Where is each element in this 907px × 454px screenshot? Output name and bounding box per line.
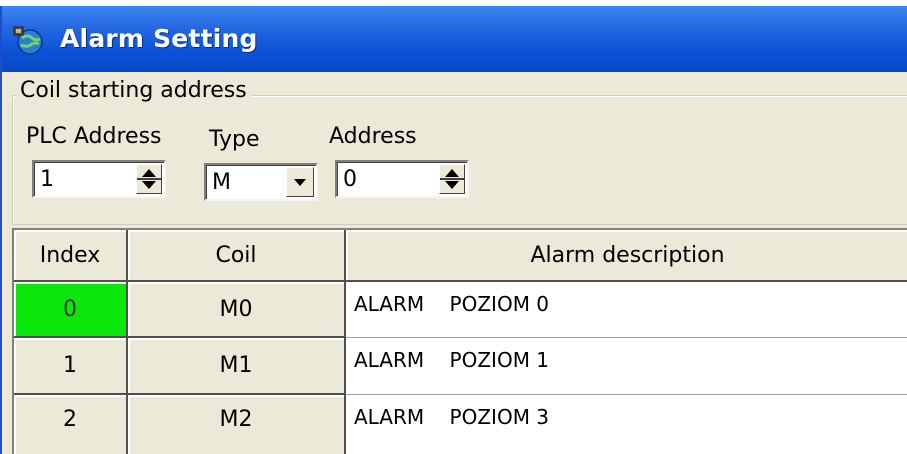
- spin-up-icon[interactable]: [445, 169, 459, 177]
- chevron-down-icon: [294, 179, 306, 186]
- app-globe-icon: [13, 26, 43, 55]
- address-spinbox[interactable]: 0: [335, 160, 469, 198]
- row-index-cell[interactable]: 1: [14, 338, 128, 395]
- alarm-description-cell[interactable]: ALARM POZIOM 0: [346, 282, 907, 338]
- coil-cell[interactable]: M0: [128, 282, 346, 338]
- plc-address-spin-buttons[interactable]: [136, 164, 162, 194]
- plc-address-label: PLC Address: [26, 124, 162, 149]
- type-dropdown-button[interactable]: [286, 167, 314, 197]
- plc-address-value: 1: [40, 167, 54, 192]
- type-value: M: [212, 170, 231, 195]
- row-index-cell[interactable]: 2: [14, 395, 128, 454]
- column-header-coil[interactable]: Coil: [128, 230, 346, 282]
- column-header-index[interactable]: Index: [14, 230, 128, 282]
- spin-down-icon[interactable]: [445, 181, 459, 189]
- spin-down-icon[interactable]: [142, 181, 156, 189]
- alarm-setting-window: Alarm Setting Coil starting address PLC …: [0, 6, 907, 454]
- group-legend: Coil starting address: [16, 78, 251, 103]
- plc-address-spinbox[interactable]: 1: [32, 160, 166, 198]
- type-dropdown[interactable]: M: [204, 163, 318, 201]
- coil-cell[interactable]: M2: [128, 395, 346, 454]
- address-value: 0: [343, 167, 357, 192]
- alarm-grid[interactable]: Index Coil Alarm description 0 M0 ALARM …: [12, 228, 907, 454]
- row-index-cell[interactable]: 0: [14, 282, 128, 338]
- address-spin-buttons[interactable]: [439, 164, 465, 194]
- alarm-description-cell[interactable]: ALARM POZIOM 1: [346, 338, 907, 395]
- address-label: Address: [329, 124, 417, 149]
- coil-cell[interactable]: M1: [128, 338, 346, 395]
- window-title: Alarm Setting: [60, 24, 258, 53]
- spin-up-icon[interactable]: [142, 169, 156, 177]
- column-header-alarm-description[interactable]: Alarm description: [346, 230, 907, 282]
- alarm-description-cell[interactable]: ALARM POZIOM 3: [346, 395, 907, 454]
- type-label: Type: [209, 127, 260, 152]
- title-bar[interactable]: Alarm Setting: [2, 6, 907, 72]
